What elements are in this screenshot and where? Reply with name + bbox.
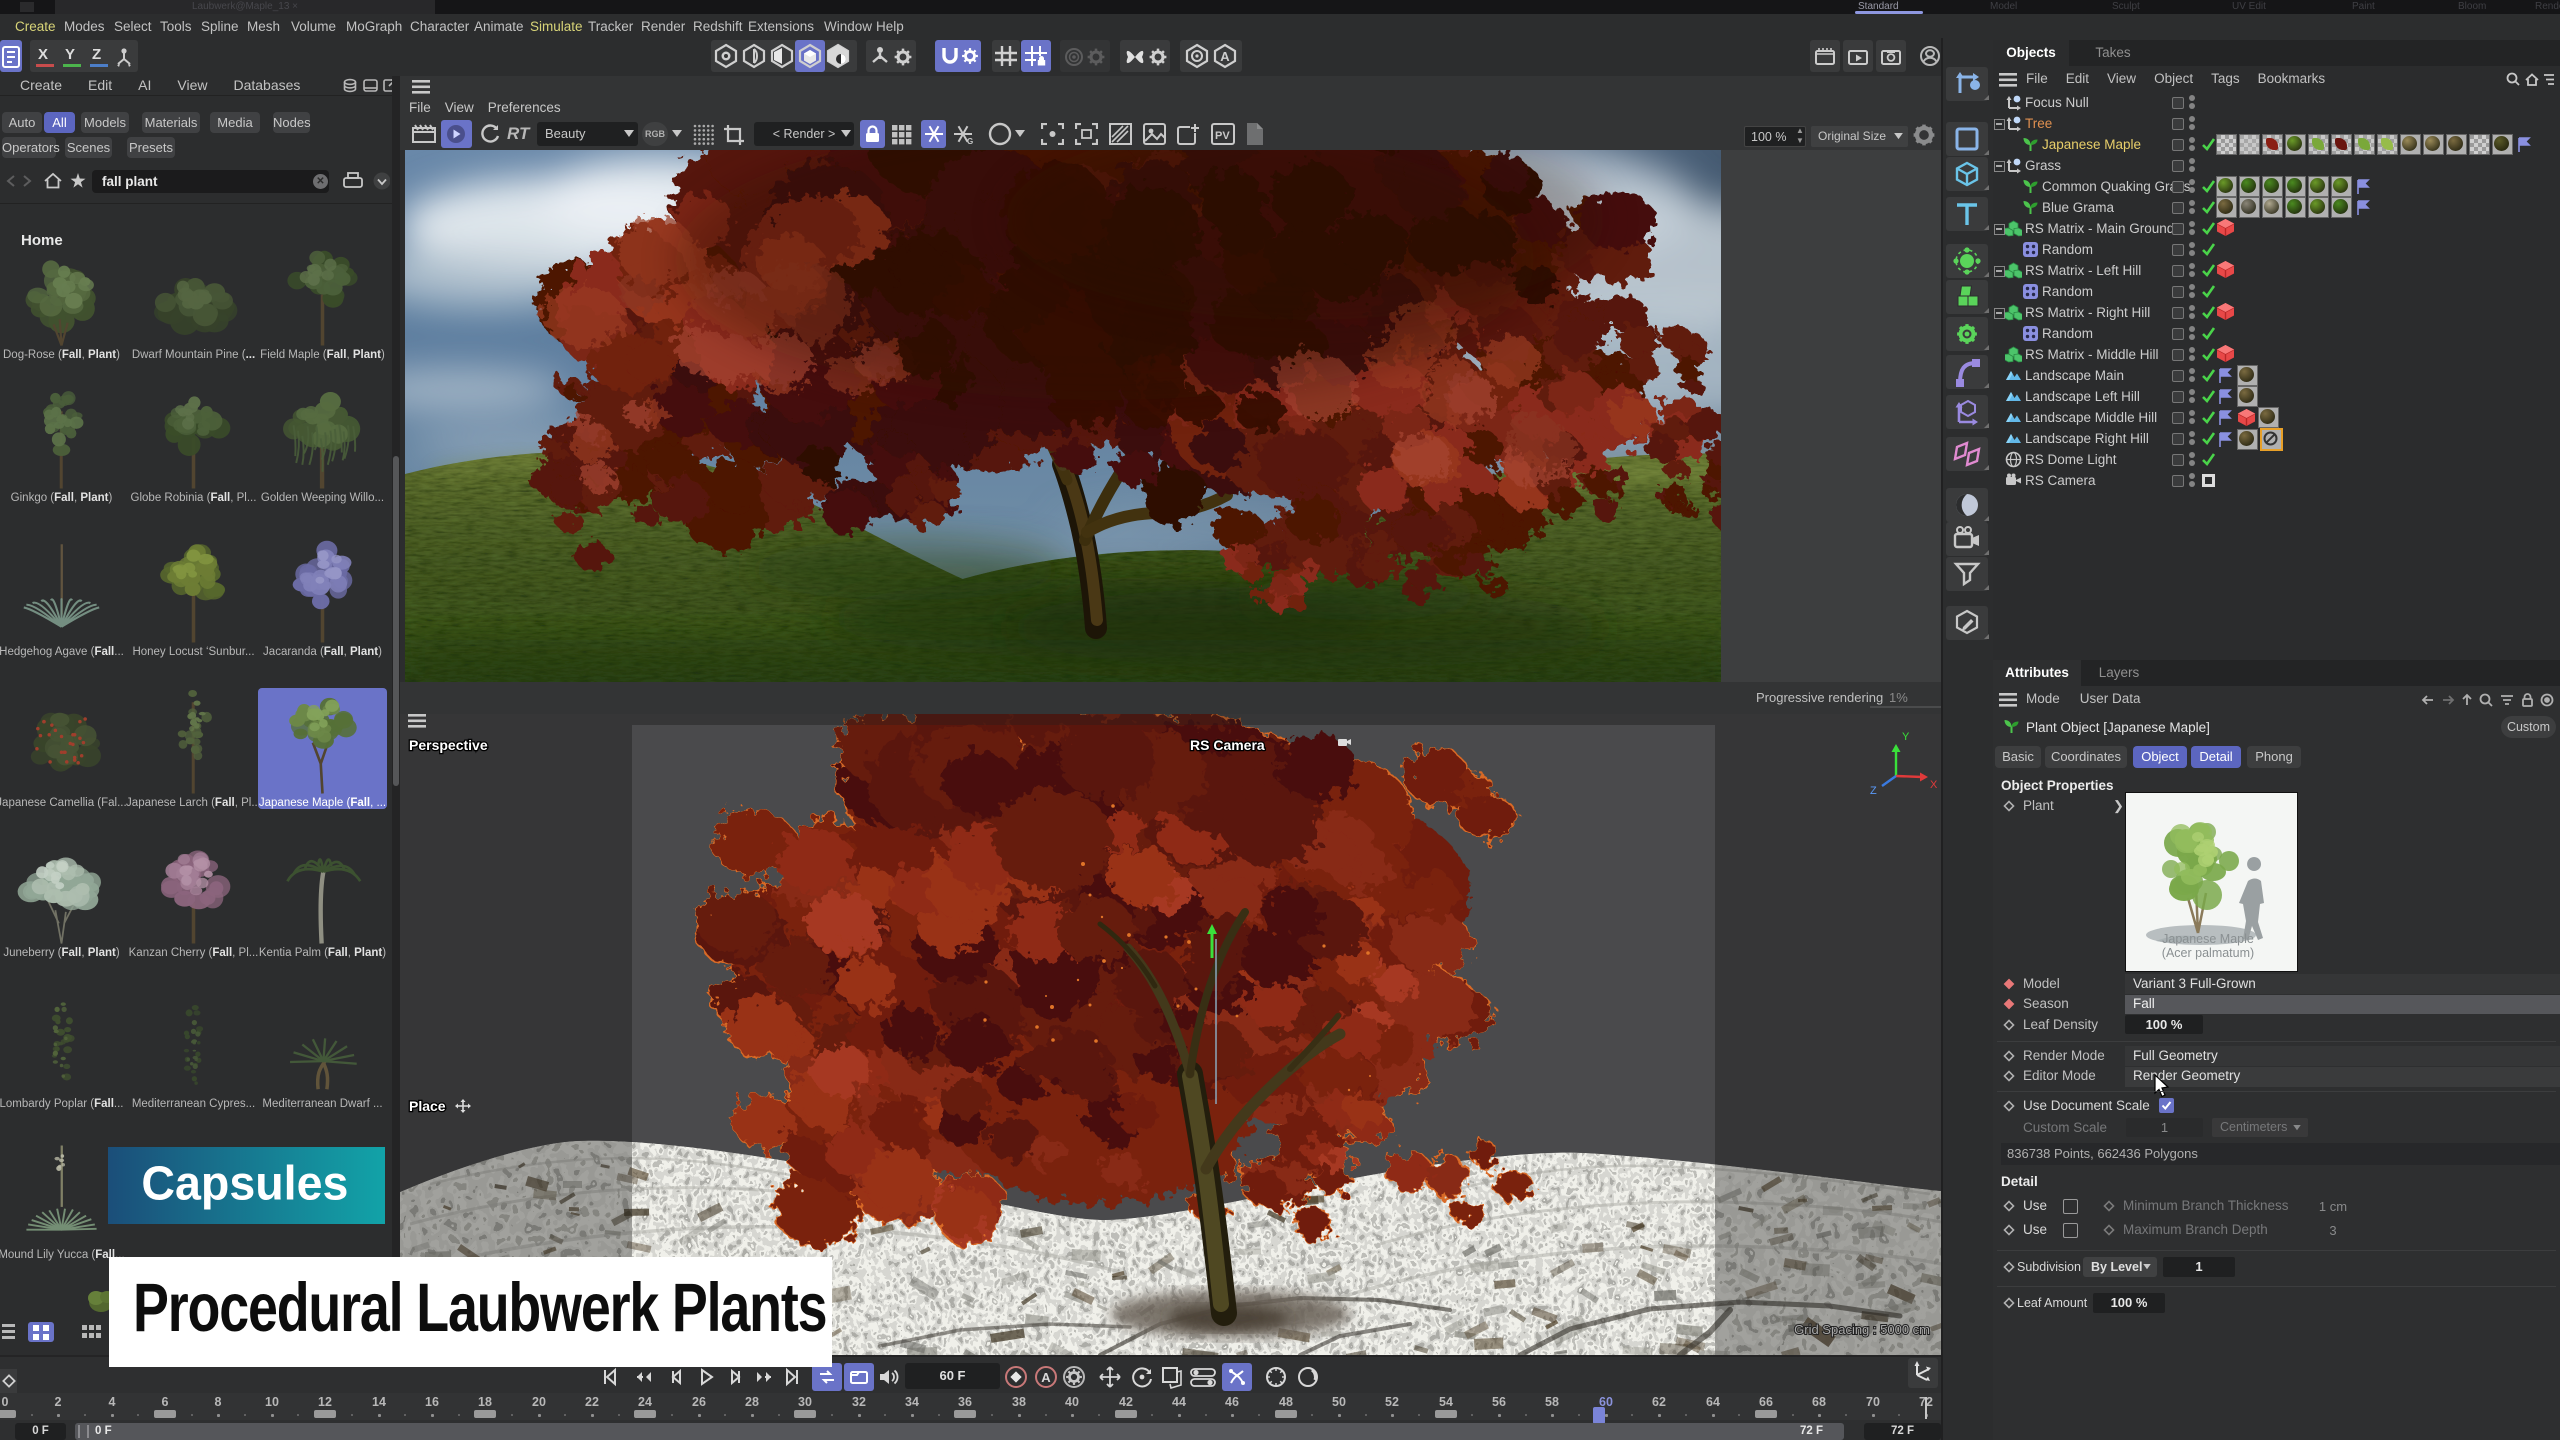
- svg-text:A: A: [1041, 1370, 1051, 1385]
- svg-text:Y: Y: [1902, 731, 1910, 743]
- svg-text:Place: Place: [409, 1098, 446, 1114]
- svg-text:Japanese Maple: Japanese Maple: [2162, 932, 2254, 946]
- svg-text:Z: Z: [1870, 785, 1877, 797]
- svg-text:G: G: [967, 137, 973, 145]
- svg-text:Grid Spacing : 5000 cm: Grid Spacing : 5000 cm: [1794, 1322, 1930, 1337]
- svg-text:A: A: [1220, 49, 1230, 64]
- svg-text:Perspective: Perspective: [409, 737, 488, 753]
- svg-text:PV: PV: [1215, 130, 1230, 142]
- svg-text:(Acer palmatum): (Acer palmatum): [2162, 946, 2254, 960]
- svg-text:X: X: [1930, 779, 1938, 791]
- svg-text:RS Camera: RS Camera: [1190, 737, 1265, 753]
